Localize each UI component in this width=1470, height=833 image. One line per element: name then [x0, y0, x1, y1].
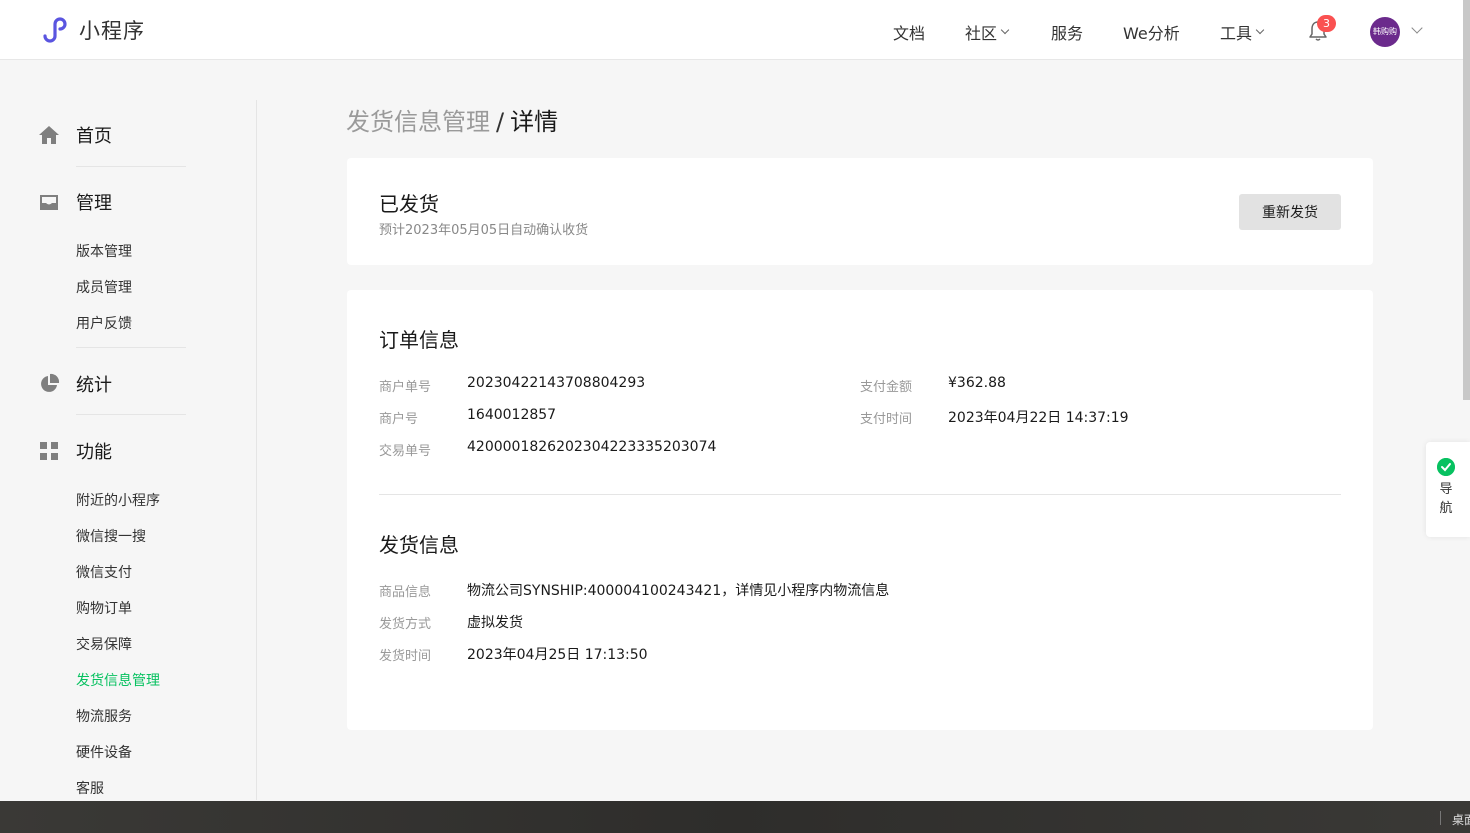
nav-analytics[interactable]: We分析	[1123, 20, 1180, 44]
logo[interactable]: 小程序	[38, 14, 145, 46]
sidebar-divider	[76, 347, 186, 348]
sidebar-item-pay[interactable]: 微信支付	[76, 562, 132, 582]
breadcrumb-current: 详情	[510, 108, 559, 136]
pay-time-value: 2023年04月22日 14:37:19	[948, 410, 1129, 426]
inbox-icon	[40, 195, 58, 210]
floating-nav-label: 导航	[1439, 482, 1453, 516]
sidebar-item-feedback[interactable]: 用户反馈	[76, 313, 132, 333]
sidebar-home-label: 首页	[76, 126, 112, 147]
shipping-info-title: 发货信息	[379, 533, 459, 557]
pay-amount-label: 支付金额	[860, 380, 913, 395]
taskbar-separator	[1440, 811, 1441, 825]
nav-community[interactable]: 社区	[965, 20, 1010, 44]
sidebar-item-members[interactable]: 成员管理	[76, 277, 132, 297]
sidebar-manage-label: 管理	[76, 193, 112, 214]
avatar[interactable]: 韩购购	[1370, 17, 1400, 47]
sidebar-group-home[interactable]: 首页	[38, 122, 112, 148]
merchant-id-label: 商户号	[379, 412, 419, 427]
taskbar-desktop-label[interactable]: 桌面	[1452, 811, 1470, 828]
nav-service[interactable]: 服务	[1051, 20, 1083, 44]
sidebar-group-features[interactable]: 功能	[38, 438, 112, 464]
breadcrumb-separator: /	[496, 108, 505, 136]
chevron-down-icon[interactable]	[1411, 22, 1423, 34]
shipping-time-label: 发货时间	[379, 649, 432, 664]
merchant-id-value: 1640012857	[467, 407, 557, 423]
pie-chart-icon	[41, 373, 60, 392]
sidebar-item-nearby[interactable]: 附近的小程序	[76, 490, 160, 510]
section-divider	[379, 494, 1341, 495]
notification-badge: 3	[1317, 15, 1336, 32]
sidebar-item-customer-service[interactable]: 客服	[76, 778, 104, 798]
sidebar-divider	[76, 166, 186, 167]
sidebar-stats-label: 统计	[76, 375, 112, 396]
status-subtitle: 预计2023年05月05日自动确认收货	[379, 223, 589, 238]
sidebar-item-shipping-info[interactable]: 发货信息管理	[76, 670, 160, 690]
top-header: 小程序 文档 社区 服务 We分析 工具 3 韩购购	[0, 0, 1470, 60]
transaction-no-value: 4200001826202304223335203074	[467, 439, 717, 455]
reship-button[interactable]: 重新发货	[1239, 194, 1341, 230]
detail-card: 订单信息 商户单号 20230422143708804293 支付金额 ¥362…	[347, 290, 1373, 730]
nav-community-label: 社区	[965, 24, 998, 43]
sidebar-group-manage[interactable]: 管理	[38, 189, 112, 215]
goods-info-label: 商品信息	[379, 585, 432, 600]
sidebar-item-version[interactable]: 版本管理	[76, 241, 132, 261]
breadcrumb-parent[interactable]: 发货信息管理	[346, 108, 490, 136]
merchant-order-no-label: 商户单号	[379, 380, 432, 395]
sidebar-item-orders[interactable]: 购物订单	[76, 598, 132, 618]
chevron-down-icon	[1255, 25, 1265, 35]
breadcrumb: 发货信息管理 / 详情	[346, 102, 558, 137]
shipping-time-value: 2023年04月25日 17:13:50	[467, 647, 648, 663]
nav-docs[interactable]: 文档	[893, 20, 925, 44]
shipping-method-label: 发货方式	[379, 617, 432, 632]
grid-icon	[40, 442, 58, 460]
order-info-title: 订单信息	[379, 328, 459, 352]
nav-tools-label: 工具	[1220, 24, 1253, 43]
nav-tools[interactable]: 工具	[1220, 20, 1265, 44]
pay-time-label: 支付时间	[860, 412, 913, 427]
sidebar-item-guarantee[interactable]: 交易保障	[76, 634, 132, 654]
sidebar-features-label: 功能	[76, 442, 112, 463]
transaction-no-label: 交易单号	[379, 444, 432, 459]
merchant-order-no-value: 20230422143708804293	[467, 375, 646, 391]
check-circle-icon	[1437, 458, 1455, 476]
home-icon	[39, 126, 59, 144]
scrollbar[interactable]	[1463, 0, 1470, 400]
sidebar-item-logistics[interactable]: 物流服务	[76, 706, 132, 726]
os-taskbar: 桌面	[0, 801, 1470, 833]
shipping-status-card: 已发货 预计2023年05月05日自动确认收货 重新发货	[347, 158, 1373, 265]
sidebar-item-hardware[interactable]: 硬件设备	[76, 742, 132, 762]
sidebar-item-search[interactable]: 微信搜一搜	[76, 526, 146, 546]
shipping-method-value: 虚拟发货	[467, 615, 523, 631]
floating-nav[interactable]: 导航	[1426, 442, 1470, 537]
logo-text: 小程序	[79, 19, 145, 43]
chevron-down-icon	[1000, 25, 1010, 35]
sidebar-divider	[76, 414, 186, 415]
pay-amount-value: ¥362.88	[948, 375, 1006, 391]
miniprogram-logo-icon	[43, 17, 67, 43]
status-title: 已发货	[379, 192, 439, 216]
sidebar-group-stats[interactable]: 统计	[38, 371, 112, 397]
goods-info-value: 物流公司SYNSHIP:400004100243421，详情见小程序内物流信息	[467, 583, 890, 599]
